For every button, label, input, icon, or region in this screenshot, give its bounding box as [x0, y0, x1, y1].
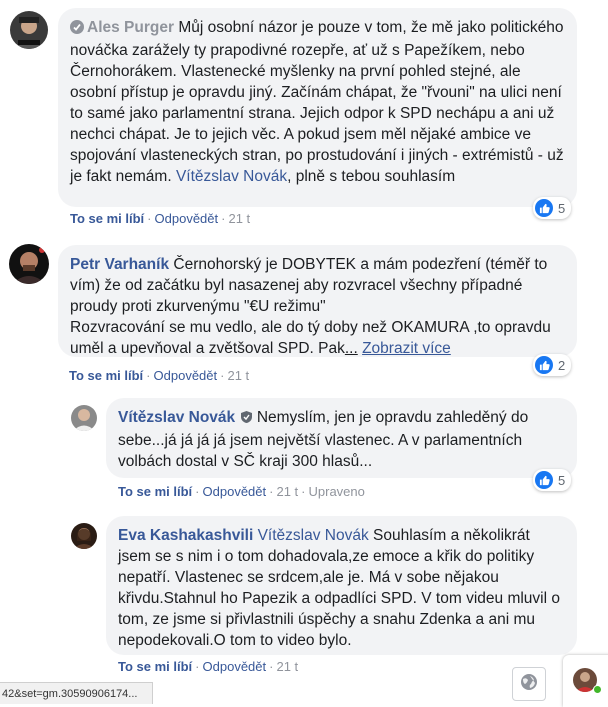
thumbs-up-icon [535, 199, 553, 217]
thumbs-up-icon [535, 356, 553, 374]
reply-button[interactable]: Odpovědět [203, 659, 267, 674]
chat-tab[interactable] [563, 655, 608, 707]
reaction-count[interactable]: 5 [533, 197, 572, 219]
like-button[interactable]: To se mi líbí [118, 659, 192, 674]
avatar[interactable] [10, 11, 48, 49]
like-button[interactable]: To se mi líbí [69, 368, 143, 383]
like-button[interactable]: To se mi líbí [70, 211, 144, 226]
timestamp[interactable]: 21 t [276, 659, 298, 674]
chat-status-dot [593, 685, 602, 694]
status-bar-url: 42&set=gm.30590906174... [0, 682, 153, 704]
reply-bubble: Vítězslav Novák Nemyslím, jen je opravdu… [106, 398, 577, 478]
like-button[interactable]: To se mi líbí [118, 484, 192, 499]
comment-bubble: Petr Varhaník Černohorský je DOBYTEK a m… [58, 245, 577, 357]
comment-text: Můj osobní názor je pouze v tom, že mě j… [70, 19, 564, 185]
comment-author[interactable]: Petr Varhaník [70, 256, 169, 273]
timestamp[interactable]: 21 t [228, 211, 250, 226]
comment-bubble: Ales Purger Můj osobní názor je pouze v … [58, 8, 577, 207]
reaction-count[interactable]: 5 [533, 469, 572, 491]
verified-icon [70, 19, 84, 40]
timestamp[interactable]: 21 t [276, 484, 298, 499]
avatar[interactable] [71, 405, 97, 431]
avatar[interactable] [71, 523, 97, 549]
comment-author[interactable]: Eva Kashakashvili [118, 527, 253, 544]
comment-author[interactable]: Ales Purger [87, 19, 174, 36]
reply-button[interactable]: Odpovědět [203, 484, 267, 499]
comment-actions: To se mi líbí · Odpovědět · 21 t [69, 368, 250, 383]
avatar[interactable] [9, 244, 49, 284]
reply-button[interactable]: Odpovědět [154, 368, 218, 383]
comment-author[interactable]: Vítězslav Novák [118, 409, 235, 426]
ellipsis: ... [344, 340, 358, 357]
reply-button[interactable]: Odpovědět [155, 211, 219, 226]
timestamp[interactable]: 21 t [227, 368, 249, 383]
comment-text-after: , plně s tebou souhlasím [287, 168, 456, 185]
mention-link[interactable]: Vítězslav Novák [258, 527, 369, 544]
reply-bubble: Eva Kashakashvili Vítězslav Novák Souhla… [106, 516, 577, 655]
thumbs-up-icon [535, 471, 553, 489]
shield-icon [240, 409, 253, 430]
comment-actions: To se mi líbí · Odpovědět · 21 t · Upraveno [118, 484, 365, 499]
comment-text: Souhlasím a několikrát jsem se s nim i o… [118, 527, 560, 649]
edited-label[interactable]: Upraveno [309, 484, 365, 499]
globe-button[interactable] [512, 667, 546, 701]
see-more-link[interactable]: Zobrazit více [362, 340, 451, 357]
comment-actions: To se mi líbí · Odpovědět · 21 t [70, 211, 251, 226]
reaction-count[interactable]: 2 [533, 354, 572, 376]
mention-link[interactable]: Vítězslav Novák [176, 168, 287, 185]
globe-icon [519, 672, 539, 697]
comment-actions: To se mi líbí · Odpovědět · 21 t [118, 659, 299, 674]
